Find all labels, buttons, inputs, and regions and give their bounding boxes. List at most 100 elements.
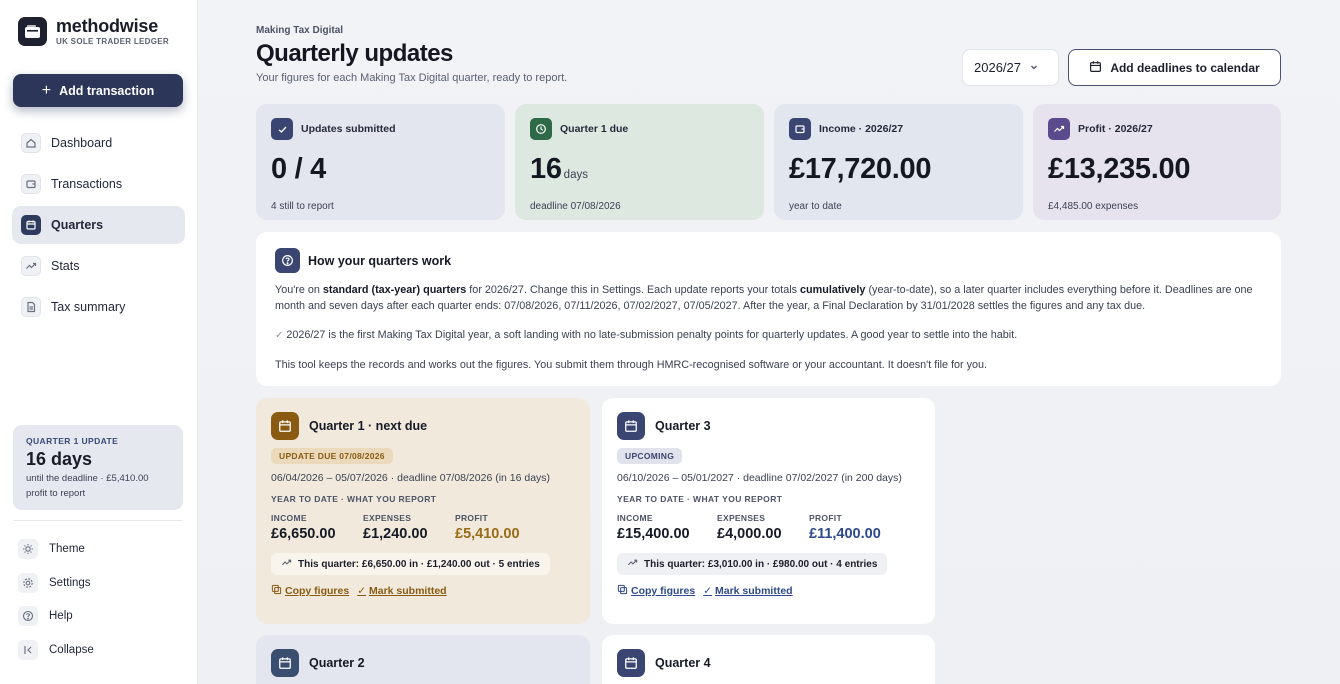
sidebar-item-help[interactable]: Help	[18, 604, 183, 628]
stat-label: Profit · 2026/27	[1078, 123, 1153, 135]
info-paragraph-2: ✓ 2026/27 is the first Making Tax Digita…	[275, 327, 1262, 344]
copy-figures-button[interactable]: Copy figures	[617, 584, 695, 598]
quarter-card-q3: Quarter 3 UPCOMING 06/10/2026 – 05/01/20…	[602, 398, 935, 624]
stat-card-income: Income · 2026/27 £17,720.00 year to date	[774, 104, 1023, 220]
quarter-summary-chip: This quarter: £3,010.00 in · £980.00 out…	[617, 553, 888, 575]
info-title: How your quarters work	[308, 253, 452, 268]
income-label: INCOME	[271, 513, 307, 523]
copy-figures-label: Copy figures	[631, 585, 696, 597]
income-value: £6,650.00	[271, 526, 336, 542]
info-emphasis: standard (tax-year) quarters	[322, 284, 467, 296]
trend-icon	[627, 557, 638, 571]
divider	[13, 520, 183, 521]
help-icon	[18, 606, 38, 626]
stat-label: Income · 2026/27	[819, 123, 904, 135]
info-text: for 2026/27. Change this in Settings. Ea…	[466, 284, 801, 296]
mark-submitted-label: Mark submitted	[369, 585, 447, 597]
sidebar: methodwise UK SOLE TRADER LEDGER + Add t…	[0, 0, 198, 684]
sidebar-item-label: Help	[49, 610, 73, 622]
add-transaction-button[interactable]: + Add transaction	[13, 74, 183, 107]
chevron-down-icon	[1029, 60, 1039, 75]
calendar-icon	[617, 649, 645, 677]
status-badge: UPDATE DUE 07/08/2026	[271, 448, 393, 464]
stat-sub: deadline 07/08/2026	[530, 201, 621, 212]
sidebar-item-label: Dashboard	[51, 136, 113, 150]
mark-submitted-button[interactable]: ✓ Mark submitted	[703, 584, 792, 598]
quarter-summary-text: This quarter: £3,010.00 in · £980.00 out…	[644, 558, 878, 570]
mark-submitted-button[interactable]: ✓ Mark submitted	[357, 584, 446, 598]
profit-value: £11,400.00	[809, 526, 881, 542]
sidebar-item-collapse[interactable]: Collapse	[18, 638, 183, 662]
sidebar-nav: Dashboard Transactions Quarters Stats Ta…	[12, 124, 185, 329]
deadline-card[interactable]: QUARTER 1 UPDATE 16 days until the deadl…	[13, 425, 183, 510]
stat-value: £13,235.00	[1048, 153, 1191, 185]
income-label: INCOME	[617, 513, 653, 523]
sidebar-item-quarters[interactable]: Quarters	[12, 206, 185, 244]
income-value: £15,400.00	[617, 526, 690, 542]
calendar-icon	[271, 649, 299, 677]
quarter-title: Quarter 4	[655, 656, 711, 670]
info-paragraph-1: You're on standard (tax-year) quarters f…	[275, 282, 1262, 314]
clock-icon	[530, 118, 552, 140]
deadline-card-line2: profit to report	[26, 488, 86, 499]
sun-icon	[18, 539, 38, 559]
copy-figures-button[interactable]: Copy figures	[271, 584, 349, 598]
year-select[interactable]: 2026/27	[962, 49, 1059, 86]
deadline-card-kicker: QUARTER 1 UPDATE	[26, 436, 119, 446]
page-title: Quarterly updates	[256, 40, 453, 67]
sidebar-item-dashboard[interactable]: Dashboard	[12, 124, 185, 162]
quarter-card-q1: Quarter 1 · next due UPDATE DUE 07/08/20…	[256, 398, 590, 624]
stat-label: Updates submitted	[301, 123, 396, 135]
calendar-icon	[617, 412, 645, 440]
stat-card-profit: Profit · 2026/27 £13,235.00 £4,485.00 ex…	[1033, 104, 1281, 220]
profit-label: PROFIT	[455, 513, 488, 523]
add-deadlines-button[interactable]: Add deadlines to calendar	[1068, 49, 1281, 86]
expenses-label: EXPENSES	[363, 513, 412, 523]
add-deadlines-label: Add deadlines to calendar	[1110, 60, 1260, 75]
sidebar-item-stats[interactable]: Stats	[12, 247, 185, 285]
sidebar-item-label: Theme	[49, 543, 85, 555]
trend-icon	[21, 256, 41, 276]
sidebar-item-settings[interactable]: Settings	[18, 571, 183, 595]
brand-logo-icon	[18, 17, 47, 46]
quarter-dates: 06/04/2026 – 05/07/2026 · deadline 07/08…	[271, 472, 551, 484]
expenses-value: £1,240.00	[363, 526, 428, 542]
deadline-card-line1: until the deadline · £5,410.00	[26, 473, 149, 484]
ytd-label: YEAR TO DATE · WHAT YOU REPORT	[617, 494, 783, 504]
trend-icon	[281, 557, 292, 571]
stat-sub: year to date	[789, 201, 842, 212]
check-icon	[271, 118, 293, 140]
page-subtitle: Your figures for each Making Tax Digital…	[256, 72, 568, 84]
copy-icon	[617, 584, 628, 598]
sidebar-item-label: Collapse	[49, 643, 94, 656]
quarter-title: Quarter 1 · next due	[309, 419, 428, 433]
quarter-title: Quarter 3	[655, 419, 711, 433]
year-select-value: 2026/27	[974, 60, 1021, 75]
quarter-summary-text: This quarter: £6,650.00 in · £1,240.00 o…	[298, 558, 540, 570]
sidebar-item-theme[interactable]: Theme	[18, 537, 183, 561]
calendar-icon	[21, 215, 41, 235]
sidebar-item-label: Tax summary	[51, 300, 126, 314]
add-transaction-label: Add transaction	[59, 83, 155, 98]
sidebar-item-transactions[interactable]: Transactions	[12, 165, 185, 203]
help-icon	[275, 248, 300, 273]
stat-value: £17,720.00	[789, 153, 932, 185]
wallet-icon	[21, 174, 41, 194]
stat-sub: 4 still to report	[271, 201, 334, 212]
profit-value: £5,410.00	[455, 526, 520, 542]
info-text: You're on	[275, 284, 323, 296]
stat-card-quarter-due: Quarter 1 due 16 days deadline 07/08/2026	[515, 104, 764, 220]
info-panel: How your quarters work You're on standar…	[256, 232, 1281, 386]
expenses-label: EXPENSES	[717, 513, 766, 523]
plus-icon: +	[41, 81, 52, 99]
quarter-card-q2: Quarter 2	[256, 635, 590, 684]
sidebar-item-label: Settings	[49, 576, 91, 589]
sidebar-item-tax-summary[interactable]: Tax summary	[12, 288, 185, 326]
expenses-value: £4,000.00	[717, 526, 782, 542]
quarter-title: Quarter 2	[309, 656, 365, 670]
sidebar-item-label: Stats	[51, 259, 80, 273]
info-text: 2026/27 is the first Making Tax Digital …	[286, 329, 1018, 341]
home-icon	[21, 133, 41, 153]
ytd-label: YEAR TO DATE · WHAT YOU REPORT	[271, 494, 437, 504]
brand[interactable]: methodwise UK SOLE TRADER LEDGER	[18, 17, 169, 46]
